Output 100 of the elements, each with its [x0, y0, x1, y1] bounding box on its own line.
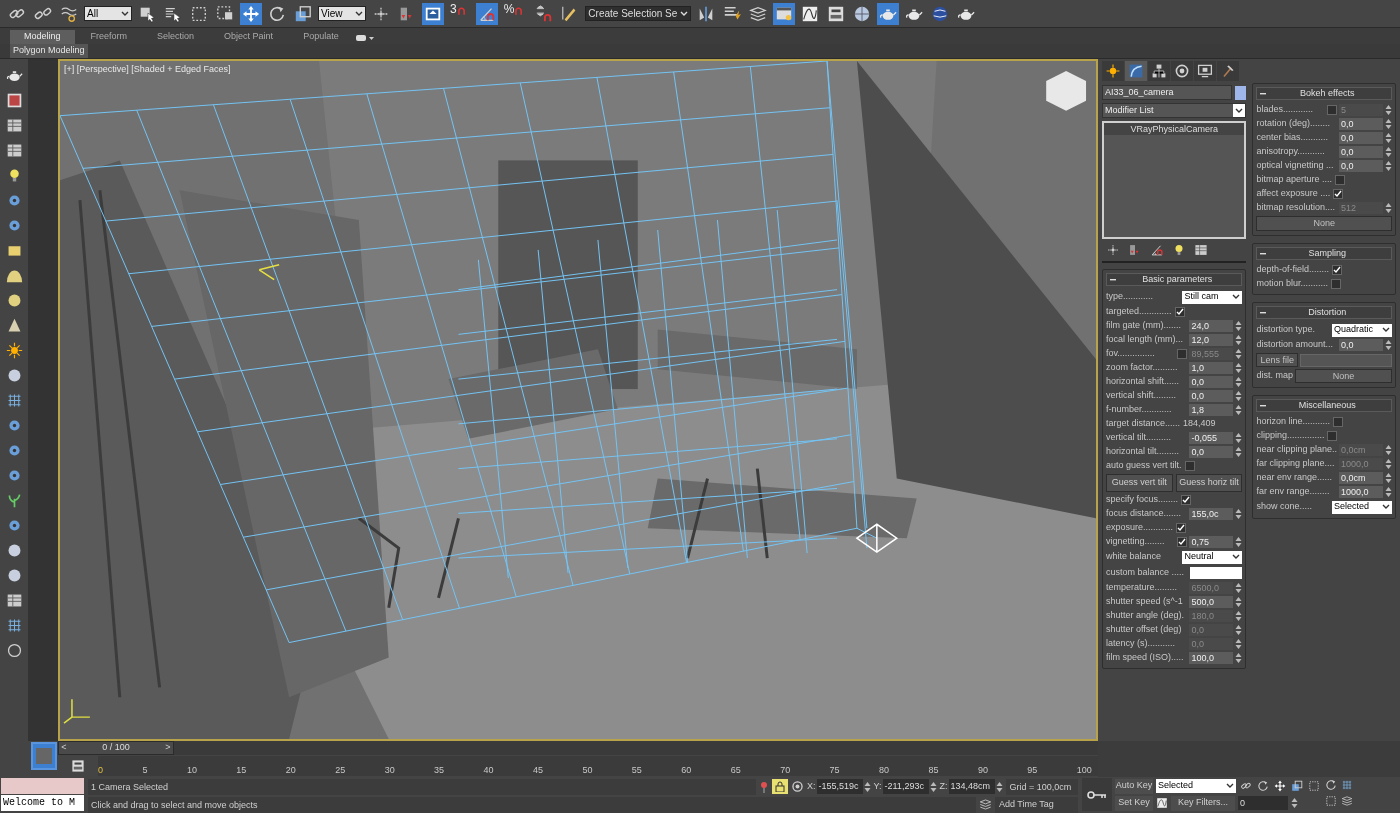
spinner-arrows-icon[interactable] — [1235, 508, 1243, 520]
viewport-nav-button[interactable] — [1324, 794, 1338, 808]
checkbox[interactable] — [1181, 495, 1192, 505]
spinner-arrows-icon[interactable] — [1385, 486, 1392, 498]
spinner-arrows-icon[interactable] — [1235, 582, 1243, 594]
spinner-field[interactable]: 0,0 — [1339, 118, 1383, 130]
spinner-arrows-icon[interactable] — [995, 780, 1003, 793]
command-panel-tab[interactable] — [1102, 61, 1124, 81]
spinner-arrows-icon[interactable] — [929, 780, 937, 793]
spinner-arrows-icon[interactable] — [1385, 146, 1392, 158]
spinner-arrows-icon[interactable] — [1291, 797, 1298, 809]
spinner-field[interactable]: 100,0 — [1189, 652, 1234, 664]
spinner-arrows-icon[interactable] — [1235, 348, 1243, 360]
spinner-field[interactable]: 0,0 — [1189, 376, 1234, 388]
key-mode-dropdown[interactable]: Selected — [1156, 779, 1236, 793]
object-color-swatch[interactable] — [1235, 85, 1247, 100]
viewport-nav-button[interactable] — [1324, 778, 1338, 792]
dropdown[interactable]: Quadratic — [1332, 323, 1392, 337]
modifier-list-dropdown[interactable]: Modifier List — [1102, 103, 1247, 118]
rollout-header[interactable]: Sampling — [1256, 247, 1392, 260]
spinner-field[interactable]: 0,0 — [1189, 446, 1234, 458]
checkbox[interactable] — [1333, 417, 1343, 427]
spinner-arrows-icon[interactable] — [863, 780, 871, 793]
maxscript-output-field[interactable]: Welcome to M — [1, 795, 84, 811]
spinner-arrows-icon[interactable] — [1235, 320, 1243, 332]
toolbar-button[interactable] — [475, 2, 498, 25]
time-ruler[interactable]: 0 5 10 15 20 25 30 35 40 45 50 55 60 65 70 75 80 85 90 95 100 — [98, 756, 1098, 776]
spinner-arrows-icon[interactable] — [1235, 596, 1243, 608]
command-panel-tab[interactable] — [1125, 61, 1147, 81]
ribbon-tab[interactable]: Selection — [143, 30, 209, 44]
spinner-arrows-icon[interactable] — [1385, 104, 1392, 116]
toolbar-dropdown[interactable]: All — [84, 6, 132, 21]
modifier-stack-item[interactable]: VRayPhysicalCamera — [1104, 123, 1245, 135]
toolbar-dropdown[interactable]: View — [318, 6, 366, 21]
checkbox[interactable] — [1330, 279, 1341, 289]
set-key-mode-button[interactable] — [1082, 778, 1112, 811]
file-path-field[interactable] — [1299, 353, 1392, 367]
spinner-arrows-icon[interactable] — [1235, 610, 1243, 622]
spinner-arrows-icon[interactable] — [1235, 404, 1243, 416]
spinner-arrows-icon[interactable] — [1235, 536, 1243, 548]
auto-key-button[interactable]: Auto Key — [1115, 778, 1153, 794]
spinner-arrows-icon[interactable] — [1235, 446, 1243, 458]
spinner-field[interactable]: 1,8 — [1189, 404, 1234, 416]
panel-button[interactable]: None — [1256, 216, 1392, 231]
spinner-arrows-icon[interactable] — [1235, 362, 1243, 374]
spinner-field[interactable]: 0,0 — [1339, 146, 1383, 158]
current-frame-field[interactable]: 0 — [1238, 796, 1288, 810]
checkbox[interactable] — [1177, 537, 1188, 547]
spinner-field[interactable]: 0,0cm — [1339, 472, 1383, 484]
toolbar-button[interactable] — [422, 2, 444, 25]
dropdown[interactable]: Selected — [1332, 500, 1392, 514]
spinner-arrows-icon[interactable] — [1385, 444, 1392, 456]
coordinate-field[interactable]: -211,293c — [882, 779, 929, 794]
toolbar-button[interactable] — [877, 2, 900, 25]
spinner-arrows-icon[interactable] — [1235, 432, 1243, 444]
spinner-arrows-icon[interactable] — [1385, 472, 1392, 484]
spinner-arrows-icon[interactable] — [1385, 458, 1392, 470]
spinner-field[interactable]: 0,0 — [1339, 132, 1383, 144]
spinner-arrows-icon[interactable] — [1385, 160, 1392, 172]
spinner-field[interactable]: 0,0 — [1339, 160, 1383, 172]
spinner-field[interactable]: 12,0 — [1189, 334, 1234, 346]
spinner-arrows-icon[interactable] — [1385, 118, 1392, 130]
panel-button[interactable]: Lens file — [1256, 353, 1298, 367]
viewport-nav-button[interactable] — [1340, 794, 1354, 808]
spinner-field[interactable]: -0,055 — [1189, 432, 1234, 444]
checkbox[interactable] — [1335, 175, 1345, 185]
checkbox[interactable] — [1333, 189, 1344, 199]
command-panel-tab[interactable] — [1171, 61, 1193, 81]
panel-button[interactable]: Guess horiz tilt — [1175, 474, 1243, 492]
rollout-header[interactable]: Distortion — [1256, 306, 1392, 319]
maxscript-input-field[interactable] — [1, 778, 84, 794]
set-key-button[interactable]: Set Key — [1115, 795, 1153, 811]
add-time-tag-button[interactable]: Add Time Tag — [995, 796, 1078, 813]
modifier-stack[interactable]: VRayPhysicalCamera — [1102, 121, 1247, 239]
dropdown[interactable]: Neutral — [1182, 550, 1243, 564]
spinner-field[interactable]: 0,75 — [1189, 536, 1234, 548]
ribbon-tab[interactable]: Populate — [289, 30, 354, 44]
viewport[interactable]: [+] [Perspective] [Shaded + Edged Faces] — [58, 59, 1098, 741]
key-filters-button[interactable]: Key Filters... — [1171, 795, 1235, 811]
command-panel-tab[interactable] — [1148, 61, 1170, 81]
spinner-arrows-icon[interactable] — [1385, 202, 1392, 214]
viewport-nav-button[interactable] — [1340, 778, 1354, 792]
next-frame-button[interactable]: > — [163, 741, 173, 755]
map-button[interactable]: None — [1294, 369, 1392, 383]
snap-button[interactable]: 3 — [448, 2, 472, 25]
command-panel-tab[interactable] — [1217, 61, 1239, 81]
ribbon-options-icon[interactable] — [355, 32, 376, 44]
coordinate-field[interactable]: 134,48cm — [948, 779, 995, 794]
spinner-arrows-icon[interactable] — [1235, 376, 1243, 388]
pin-icon[interactable] — [759, 780, 769, 793]
spinner-arrows-icon[interactable] — [1235, 334, 1243, 346]
spinner-arrows-icon[interactable] — [1385, 132, 1392, 144]
checkbox[interactable] — [1184, 461, 1195, 471]
checkbox[interactable] — [1327, 431, 1338, 441]
playback-button[interactable] — [1256, 779, 1270, 793]
tool-button[interactable] — [4, 340, 24, 360]
ribbon-tab[interactable]: Freeform — [76, 30, 142, 44]
snap-button[interactable]: % — [501, 2, 530, 25]
spinner-arrows-icon[interactable] — [1235, 638, 1243, 650]
spinner-field[interactable]: 500,0 — [1189, 596, 1234, 608]
